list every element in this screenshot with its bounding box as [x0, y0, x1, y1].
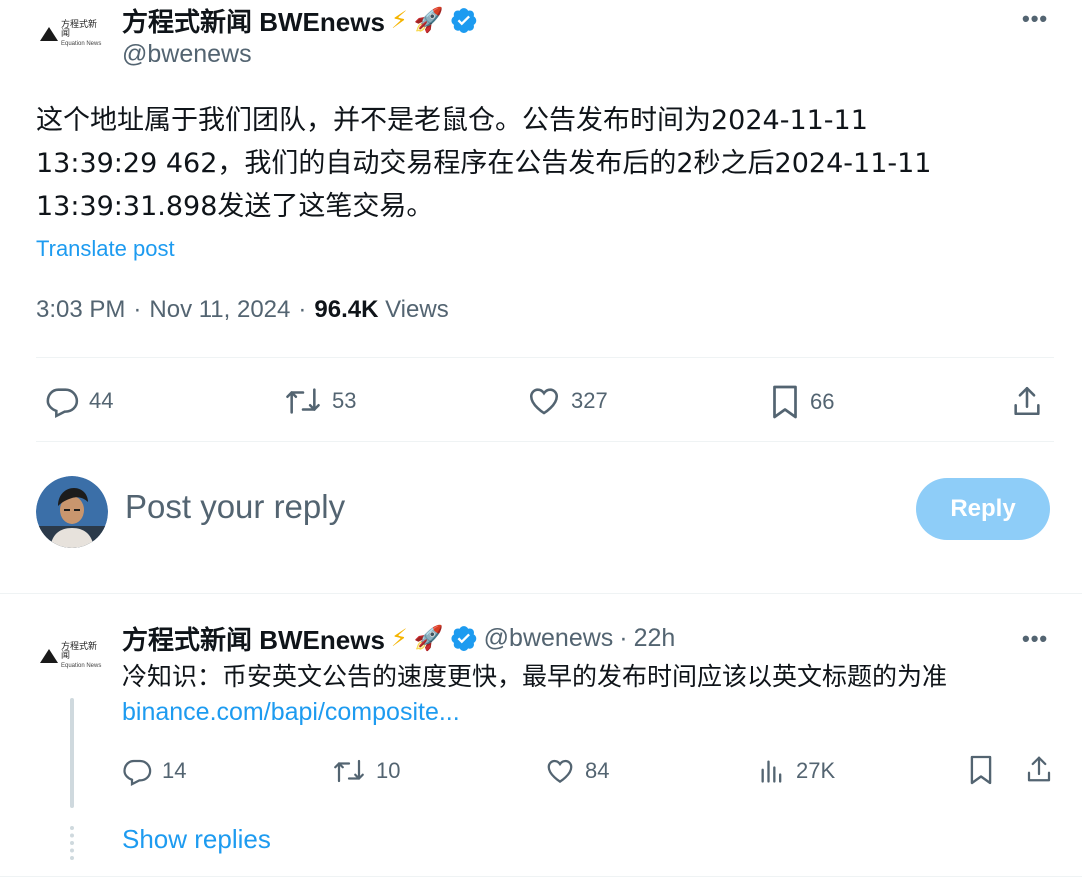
more-options-icon[interactable]: ••• — [1022, 6, 1048, 32]
post-text-line: 13:39:31.898发送了这笔交易。 — [36, 191, 434, 222]
like-count: 84 — [585, 758, 610, 783]
views-count: 96.4K — [314, 296, 379, 323]
share-action-button[interactable] — [1024, 754, 1054, 784]
post-text-line: 这个地址属于我们团队，并不是老鼠仓。公告发布时间为2024-11-11 — [36, 105, 868, 136]
views-stat[interactable]: 96.4K Views — [314, 296, 448, 324]
like-action-button[interactable]: 84 — [545, 756, 609, 786]
repost-action-button[interactable]: 53 — [284, 384, 356, 418]
post-time[interactable]: 3:03 PM — [36, 296, 125, 324]
bookmark-action-button[interactable]: 66 — [770, 384, 834, 420]
reply-action-button[interactable]: 14 — [122, 756, 186, 786]
logo-en-text: Equation News — [61, 41, 102, 47]
post-meta: 3:03 PM · Nov 11, 2024 · 96.4K Views — [36, 296, 449, 324]
heart-icon — [547, 759, 573, 783]
like-count: 327 — [571, 388, 608, 413]
reply-composer-input[interactable]: Post your reply — [125, 488, 345, 526]
reply-icon — [46, 388, 79, 418]
reply-count: 14 — [162, 758, 187, 783]
heart-icon — [529, 388, 559, 415]
post-text-line: 13:39:29 462，我们的自动交易程序在公告发布后的2秒之后2024-11… — [36, 148, 932, 179]
repost-action-button[interactable]: 10 — [332, 756, 400, 786]
user-avatar-image — [36, 476, 108, 548]
thread-line — [70, 698, 74, 808]
author-handle[interactable]: @bwenews — [122, 40, 252, 69]
reply-timestamp[interactable]: 22h — [634, 624, 676, 653]
rocket-emoji-icon: 🚀 — [413, 6, 444, 34]
bwenews-logo[interactable]: 方程式新闻 Equation News — [40, 636, 104, 676]
show-replies-link[interactable]: Show replies — [122, 824, 271, 855]
reply-action-button[interactable]: 44 — [45, 384, 113, 418]
reply-post-link[interactable]: binance.com/bapi/composite... — [122, 698, 460, 727]
reply-icon — [123, 759, 152, 786]
logo-mark-icon — [40, 27, 58, 41]
logo-mark-icon — [40, 649, 58, 663]
views-label: Views — [385, 296, 449, 323]
reply-post-text: 冷知识：币安英文公告的速度更快，最早的发布时间应该以英文标题的为准 — [122, 662, 948, 691]
verified-badge-icon[interactable] — [450, 6, 478, 34]
bwenews-logo[interactable]: 方程式新闻 Equation News — [40, 14, 104, 54]
repost-count: 53 — [332, 388, 357, 413]
post-date[interactable]: Nov 11, 2024 — [149, 296, 290, 324]
author-name-row: 方程式新闻 BWEnews ⚡ 🚀 — [122, 2, 478, 38]
divider — [36, 441, 1054, 442]
meta-separator: · — [133, 296, 142, 323]
analytics-icon — [761, 760, 782, 783]
author-display-name[interactable]: 方程式新闻 BWEnews — [122, 2, 385, 39]
verified-badge-icon[interactable] — [450, 624, 478, 652]
like-action-button[interactable]: 327 — [527, 384, 608, 418]
post-text: 这个地址属于我们团队，并不是老鼠仓。公告发布时间为2024-11-11 13:3… — [36, 99, 1066, 228]
logo-en-text: Equation News — [61, 663, 102, 669]
views-count: 27K — [796, 758, 836, 783]
bookmark-action-button[interactable] — [968, 754, 994, 786]
repost-icon — [286, 388, 320, 414]
rocket-emoji-icon: 🚀 — [413, 624, 444, 652]
share-icon — [1014, 386, 1040, 416]
lightning-emoji-icon: ⚡ — [390, 624, 408, 652]
meta-separator: · — [298, 296, 307, 323]
lightning-emoji-icon: ⚡ — [390, 6, 408, 34]
bookmark-icon — [970, 755, 992, 785]
meta-separator: · — [619, 623, 628, 652]
logo-cn-text: 方程式新闻 — [61, 642, 98, 661]
divider — [0, 593, 1082, 594]
reply-button[interactable]: Reply — [916, 478, 1050, 540]
divider — [0, 876, 1082, 877]
reply-author-handle[interactable]: @bwenews — [484, 624, 614, 653]
divider — [36, 357, 1054, 358]
translate-post-link[interactable]: Translate post — [36, 236, 175, 262]
user-avatar[interactable] — [36, 476, 108, 548]
repost-icon — [334, 759, 364, 783]
logo-cn-text: 方程式新闻 — [61, 20, 98, 39]
more-options-icon[interactable]: ••• — [1022, 626, 1048, 652]
bookmark-icon — [773, 385, 797, 419]
share-icon — [1027, 756, 1051, 782]
views-action-button[interactable]: 27K — [758, 756, 835, 786]
bookmark-count: 66 — [810, 389, 835, 414]
reply-author-display-name[interactable]: 方程式新闻 BWEnews — [122, 620, 385, 657]
reply-count: 44 — [89, 388, 114, 413]
repost-count: 10 — [376, 758, 401, 783]
thread-line-dotted — [70, 826, 74, 860]
reply-author-row: 方程式新闻 BWEnews ⚡ 🚀 @bwenews · 22h — [122, 620, 675, 656]
share-action-button[interactable] — [1010, 384, 1044, 418]
